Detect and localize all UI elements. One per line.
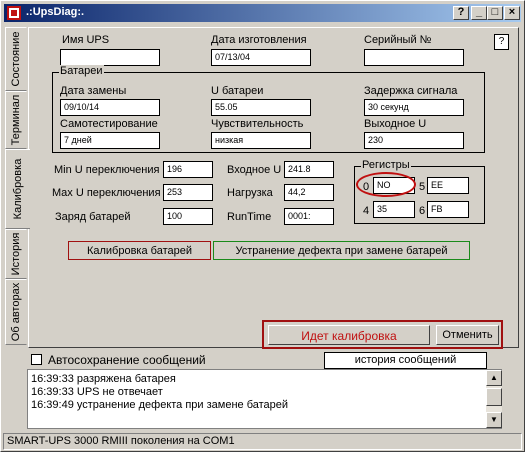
charge-label: Заряд батарей [55,211,131,223]
message-log[interactable]: 16:39:33 разряжена батарея 16:39:33 UPS … [27,369,502,429]
ups-name-field[interactable] [60,49,160,66]
app-icon [7,6,21,20]
log-entry: 16:39:33 разряжена батарея [31,373,176,385]
help-title-button[interactable]: ? [453,6,469,20]
cancel-button[interactable]: Отменить [436,325,499,345]
register-5-label: 5 [419,181,426,193]
fix-defect-button[interactable]: Устранение дефекта при замене батарей [213,241,470,260]
battery-voltage-field[interactable]: 55.05 [211,99,311,116]
autosave-label: Автосохранение сообщений [48,353,206,367]
tab-status[interactable]: Состояние [5,27,27,91]
sensitivity-label: Чувствительность [211,118,304,130]
register-4-label: 4 [363,205,370,217]
tab-calibration-label: Калибровка [12,158,24,220]
signal-delay-label: Задержка сигнала [364,85,458,97]
tab-status-label: Состояние [10,31,22,87]
register-6-label: 6 [419,205,426,217]
close-button[interactable]: × [504,6,520,20]
mfg-date-field[interactable]: 07/13/04 [211,49,311,66]
ups-name-label: Имя UPS [62,34,110,46]
register-5-field[interactable]: EE [427,177,469,194]
log-entry: 16:39:33 UPS не отвечает [31,386,163,398]
charge-field[interactable]: 100 [163,208,213,225]
register-4-field[interactable]: 35 [373,201,415,218]
message-history-button[interactable]: история сообщений [324,352,487,369]
max-u-field[interactable]: 253 [163,184,213,201]
input-u-label: Входное U [227,164,282,176]
scroll-down-icon[interactable]: ▼ [486,412,502,428]
calibration-status-label: Идет калибровка [268,325,430,345]
register-0-highlight [356,172,416,197]
main-window: .:UpsDiag:. ? _ □ × Состояние Терминал К… [0,0,525,452]
tab-terminal-label: Терминал [10,94,22,146]
runtime-field[interactable]: 0001: [284,208,334,225]
min-u-label: Min U переключения [54,164,160,176]
serial-field[interactable] [364,49,464,66]
serial-label: Серийный № [364,34,432,46]
signal-delay-field[interactable]: 30 секунд [364,99,464,116]
replace-date-field[interactable]: 09/10/14 [60,99,160,116]
tab-about-label: Об авторах [10,282,22,342]
register-6-field[interactable]: FB [427,201,469,218]
log-scrollbar[interactable]: ▲ ▼ [486,370,502,428]
window-title: .:UpsDiag:. [26,6,85,18]
minimize-button[interactable]: _ [471,6,487,20]
tab-calibration[interactable]: Калибровка [5,149,30,229]
input-u-field[interactable]: 241.8 [284,161,334,178]
calibrate-batteries-button[interactable]: Калибровка батарей [68,241,211,260]
log-entry: 16:39:49 устранение дефекта при замене б… [31,399,289,411]
tab-history-label: История [10,232,22,276]
self-test-field[interactable]: 7 дней [60,132,160,149]
autosave-checkbox[interactable] [31,354,42,365]
self-test-label: Самотестирование [60,118,158,130]
tab-terminal[interactable]: Терминал [5,91,27,149]
title-bar[interactable]: .:UpsDiag:. ? _ □ × [4,4,521,22]
maximize-button[interactable]: □ [487,6,503,20]
scroll-thumb[interactable] [486,388,502,406]
min-u-field[interactable]: 196 [163,161,213,178]
scroll-up-icon[interactable]: ▲ [486,370,502,386]
output-voltage-field[interactable]: 230 [364,132,464,149]
batteries-group-title: Батареи [59,65,104,77]
runtime-label: RunTime [227,211,272,223]
battery-voltage-label: U батареи [211,85,264,97]
output-voltage-label: Выходное U [364,118,427,130]
load-label: Нагрузка [227,187,273,199]
tab-history[interactable]: История [5,229,27,279]
sensitivity-field[interactable]: низкая [211,132,311,149]
registers-group-title: Регистры [361,159,411,171]
help-button[interactable]: ? [494,34,509,50]
max-u-label: Max U переключения [52,187,161,199]
replace-date-label: Дата замены [60,85,127,97]
tab-about[interactable]: Об авторах [5,279,27,345]
mfg-date-label: Дата изготовления [211,34,307,46]
status-bar: SMART-UPS 3000 RMIII поколения на COM1 [3,433,522,450]
load-field[interactable]: 44,2 [284,184,334,201]
